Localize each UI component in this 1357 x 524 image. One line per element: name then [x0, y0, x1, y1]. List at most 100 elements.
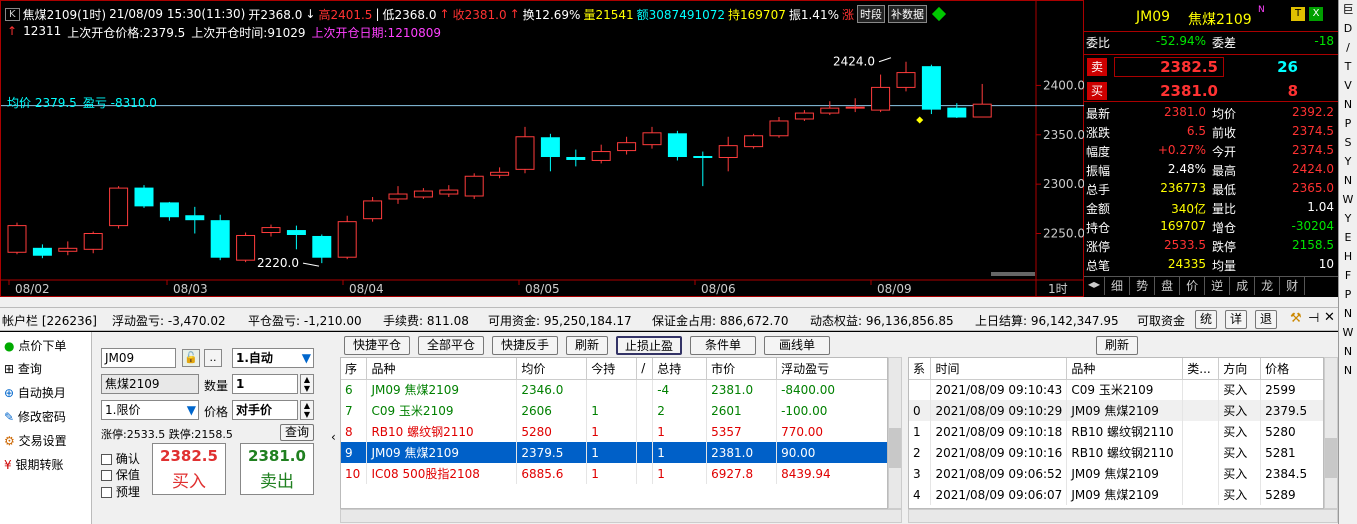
right-strip-item[interactable]: P — [1339, 114, 1357, 133]
table-row[interactable]: 0 2021/08/09 09:10:29 JM09 焦煤2109 买入 2379.5 — [909, 400, 1323, 421]
code-input[interactable]: JM09 — [101, 348, 176, 368]
right-strip-item[interactable]: W — [1339, 323, 1357, 342]
fill-data-button[interactable]: 补数据 — [888, 5, 927, 23]
period-button[interactable]: 时段 — [857, 5, 885, 23]
right-strip-item[interactable]: / — [1339, 38, 1357, 57]
right-strip-item[interactable]: N — [1339, 342, 1357, 361]
price-stepper[interactable]: ▲ ▼ — [300, 400, 314, 420]
hedge-checkbox[interactable]: 保值 — [101, 466, 140, 483]
right-strip-item[interactable]: Y — [1339, 209, 1357, 228]
right-strip-item[interactable]: N — [1339, 95, 1357, 114]
table-row[interactable]: 2 2021/08/09 09:10:16 RB10 螺纹钢2110 买入 5281 — [909, 442, 1323, 463]
trades-scrollbar[interactable] — [1324, 357, 1338, 509]
trades-header[interactable]: 系 — [909, 358, 932, 380]
trades-header[interactable]: 品种 — [1066, 358, 1184, 380]
positions-header[interactable]: 浮动盈亏 — [776, 358, 887, 380]
right-strip-item[interactable]: V — [1339, 76, 1357, 95]
table-row[interactable]: 4 2021/08/09 09:06:07 JM09 焦煤2109 买入 5289 — [909, 484, 1323, 505]
right-strip-item[interactable]: P — [1339, 285, 1357, 304]
positions-toolbar-button[interactable]: 刷新 — [566, 336, 608, 355]
kline-svg[interactable]: 2400.0 2350.0 2300.0 2250.0 2424.0 2220.0 08/0… — [1, 1, 1085, 298]
qty-stepper[interactable]: ▲ ▼ — [300, 374, 314, 394]
positions-hscrollbar[interactable] — [340, 509, 902, 523]
close-icon[interactable]: ✕ — [1324, 310, 1335, 325]
positions-toolbar-button[interactable]: 止损止盈 — [616, 336, 682, 355]
buy-button[interactable]: 2382.5 买入 — [152, 443, 226, 495]
table-row[interactable]: 10 IC08 500股指2108 6885.6 1 1 6927.8 8439.94 — [341, 463, 887, 484]
table-row[interactable]: 7 C09 玉米2109 2606 1 2 2601 -100.00 — [341, 400, 887, 421]
tab-scroll-icon[interactable]: ◂▸ — [1084, 277, 1106, 295]
k-button[interactable]: K — [5, 7, 20, 21]
right-strip-item[interactable]: 巨 — [1339, 0, 1357, 19]
detail-button[interactable]: 详 — [1225, 310, 1247, 329]
menu-change-password[interactable]: ✎ 修改密码 — [4, 407, 66, 427]
right-strip-item[interactable]: S — [1339, 133, 1357, 152]
positions-toolbar-button[interactable]: 画线单 — [764, 336, 830, 355]
more-button[interactable]: .. — [204, 349, 222, 367]
tie-button[interactable]: 统 — [1195, 310, 1217, 329]
menu-query[interactable]: ⊞ 查询 — [4, 359, 42, 379]
table-row[interactable]: 3 2021/08/09 09:06:52 JM09 焦煤2109 买入 2384.5 — [909, 463, 1323, 484]
quote-tab-2[interactable]: 盘 — [1155, 277, 1181, 295]
positions-toolbar-button[interactable]: 快捷反手 — [492, 336, 558, 355]
right-strip-item[interactable]: W — [1339, 190, 1357, 209]
right-strip-item[interactable]: E — [1339, 228, 1357, 247]
kline-chart[interactable]: 2400.0 2350.0 2300.0 2250.0 2424.0 2220.0 08/0… — [0, 0, 1085, 298]
quote-tab-3[interactable]: 价 — [1180, 277, 1206, 295]
quote-tab-7[interactable]: 财 — [1280, 277, 1306, 295]
right-strip-item[interactable]: Y — [1339, 152, 1357, 171]
back-button[interactable]: 退 — [1255, 310, 1277, 329]
menu-point-order[interactable]: ● 点价下单 — [4, 336, 66, 356]
pin-icon[interactable]: ⊣ — [1308, 311, 1319, 326]
quote-tab-4[interactable]: 逆 — [1205, 277, 1231, 295]
trades-hscrollbar[interactable] — [908, 509, 1338, 523]
tools-icon[interactable]: ⚒ — [1290, 311, 1302, 326]
right-strip-item[interactable]: D — [1339, 19, 1357, 38]
quote-tab-6[interactable]: 龙 — [1255, 277, 1281, 295]
positions-header[interactable]: 今持 — [586, 358, 638, 380]
trades-header[interactable]: 价格 — [1260, 358, 1323, 380]
right-strip-item[interactable]: N — [1339, 304, 1357, 323]
preset-checkbox[interactable]: 预埋 — [101, 483, 140, 500]
trades-refresh-button[interactable]: 刷新 — [1096, 336, 1138, 355]
quote-tab-1[interactable]: 势 — [1130, 277, 1156, 295]
sell-button[interactable]: 2381.0 卖出 — [240, 443, 314, 495]
confirm-checkbox[interactable]: 确认 — [101, 450, 140, 467]
buy-price[interactable]: 2381.0 — [1118, 82, 1218, 100]
table-row[interactable]: 8 RB10 螺纹钢2110 5280 1 1 5357 770.00 — [341, 421, 887, 442]
diamond-icon[interactable] — [931, 6, 947, 22]
trades-header[interactable]: 时间 — [930, 358, 1068, 380]
positions-toolbar-button[interactable]: 全部平仓 — [418, 336, 484, 355]
right-strip-item[interactable]: N — [1339, 171, 1357, 190]
table-row[interactable]: 6 JM09 焦煤2109 2346.0 -4 2381.0 -8400.00 — [341, 379, 887, 400]
trades-table[interactable]: 系时间 品种 类... 方向 价格 2021/08/09 09:10:43 C09 玉米2… — [908, 357, 1324, 509]
menu-bank-transfer[interactable]: ¥ 银期转账 — [4, 455, 63, 475]
quote-tab-5[interactable]: 成 — [1230, 277, 1256, 295]
mode-select[interactable]: 1.自动 ▼ — [232, 348, 314, 368]
positions-scrollbar[interactable] — [888, 357, 902, 509]
positions-header[interactable]: 市价 — [706, 358, 778, 380]
positions-header[interactable]: 序 — [341, 358, 368, 380]
right-strip-item[interactable]: N — [1339, 361, 1357, 380]
right-strip-item[interactable]: F — [1339, 266, 1357, 285]
positions-toolbar-button[interactable]: 条件单 — [690, 336, 756, 355]
positions-header[interactable]: 总持 — [652, 358, 708, 380]
price-input[interactable]: 对手价 — [232, 400, 298, 420]
menu-trade-settings[interactable]: ⚙ 交易设置 — [4, 431, 67, 451]
positions-header[interactable]: 均价 — [516, 358, 588, 380]
trades-header[interactable]: 类... — [1182, 358, 1220, 380]
order-type-select[interactable]: 1.限价 ▼ — [101, 400, 199, 420]
t-button[interactable]: T — [1291, 7, 1305, 21]
table-row[interactable]: 1 2021/08/09 09:10:18 RB10 螺纹钢2110 买入 5280 — [909, 421, 1323, 442]
collapse-left-icon[interactable]: ‹ — [331, 430, 336, 444]
qty-input[interactable]: 1 — [232, 374, 298, 394]
lock-icon[interactable]: 🔓 — [182, 349, 200, 367]
query-button[interactable]: 查询 — [280, 424, 314, 441]
positions-toolbar-button[interactable]: 快捷平仓 — [344, 336, 410, 355]
x-button[interactable]: X — [1309, 7, 1323, 21]
table-row[interactable]: 9 JM09 焦煤2109 2379.5 1 1 2381.0 90.00 — [341, 442, 887, 463]
positions-header[interactable]: 品种 — [366, 358, 518, 380]
positions-header[interactable]: / — [636, 358, 654, 380]
table-row[interactable]: 2021/08/09 09:10:43 C09 玉米2109 买入 2599 — [909, 379, 1323, 400]
positions-table[interactable]: 序品种 均价 今持 / 总持 市价 浮动盈亏 6 JM09 焦煤2109 2346.0 -4 238… — [340, 357, 888, 509]
